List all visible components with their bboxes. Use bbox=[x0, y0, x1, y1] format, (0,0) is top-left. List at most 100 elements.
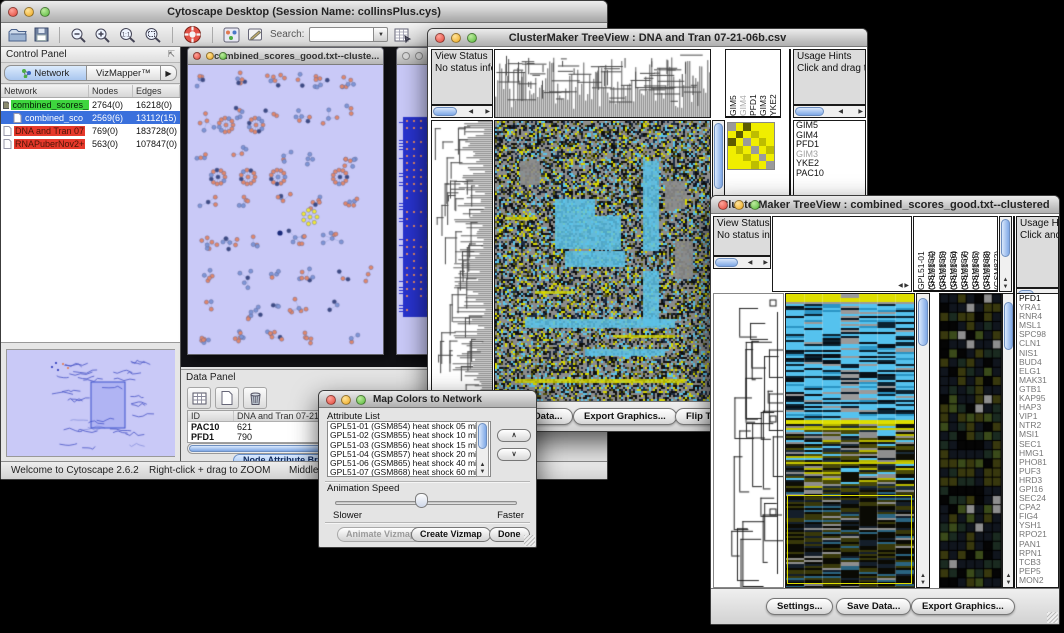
column-dendrogram[interactable] bbox=[494, 49, 711, 118]
network-view-titlebar[interactable]: combined_scores_good.txt--cluste... bbox=[188, 48, 383, 65]
resize-grip[interactable] bbox=[524, 535, 535, 546]
scroll-right-icon[interactable]: ▶ bbox=[857, 108, 864, 115]
column-header-edges[interactable]: Edges bbox=[133, 85, 180, 97]
scroll-arrows[interactable]: ▲▼ bbox=[1000, 277, 1011, 291]
treeview2-vscrollbar[interactable]: ▲▼ bbox=[916, 293, 930, 588]
treeview1-titlebar[interactable]: ClusterMaker TreeView : DNA and Tran 07-… bbox=[428, 29, 867, 47]
annotation-icon[interactable] bbox=[246, 25, 265, 45]
scroll-arrows[interactable]: ▲▼ bbox=[477, 462, 488, 476]
treeview1-mini-matrix[interactable] bbox=[727, 122, 775, 170]
close-button[interactable] bbox=[8, 7, 18, 17]
tab-more-arrow[interactable]: ▶ bbox=[161, 65, 177, 81]
network-list-header[interactable]: Network Nodes Edges bbox=[1, 85, 180, 98]
search-combo[interactable]: ▼ bbox=[309, 27, 388, 42]
scrollbar-thumb[interactable] bbox=[1004, 302, 1013, 350]
column-label[interactable]: GPL51-01 (GSM854) bbox=[916, 218, 927, 290]
column-label[interactable]: GPL51-03 (GSM856) bbox=[938, 218, 949, 290]
window-controls[interactable] bbox=[718, 200, 760, 210]
table-icon[interactable] bbox=[187, 387, 211, 409]
save-data-button[interactable]: Save Data... bbox=[836, 598, 911, 615]
close-button[interactable] bbox=[326, 395, 336, 405]
column-header-id[interactable]: ID bbox=[188, 411, 234, 421]
minimize-button[interactable] bbox=[341, 395, 351, 405]
close-button[interactable] bbox=[402, 52, 410, 60]
scroll-left-icon[interactable]: ◀ bbox=[837, 108, 844, 115]
zoom-fit-icon[interactable] bbox=[143, 25, 163, 45]
minimize-button[interactable] bbox=[451, 33, 461, 43]
scroll-left-icon[interactable]: ◀ bbox=[468, 108, 475, 115]
float-panel-icon[interactable]: ⇱ bbox=[167, 49, 175, 60]
scroll-right-icon[interactable]: ▶ bbox=[762, 259, 769, 266]
column-label[interactable]: GPL51-06 (GSM865) bbox=[960, 218, 971, 290]
scrollbar-thumb[interactable] bbox=[918, 298, 928, 346]
zoom-button[interactable] bbox=[219, 52, 227, 60]
settings-button[interactable]: Settings... bbox=[766, 598, 833, 615]
dialog-titlebar[interactable]: Map Colors to Network bbox=[319, 391, 536, 408]
scrollbar-thumb[interactable] bbox=[714, 123, 723, 189]
column-label[interactable]: PAC10 bbox=[778, 51, 781, 116]
treeview2-zoom-heatmap[interactable] bbox=[939, 293, 1002, 588]
minimize-button[interactable] bbox=[734, 200, 744, 210]
network-overview-panel[interactable] bbox=[6, 349, 175, 457]
minimize-button[interactable] bbox=[24, 7, 34, 17]
minimize-button[interactable] bbox=[415, 52, 423, 60]
scroll-right-icon[interactable]: ▶ bbox=[484, 108, 491, 115]
zoom-button[interactable] bbox=[467, 33, 477, 43]
column-dendrogram-empty[interactable]: ◀ ▶ bbox=[772, 216, 912, 292]
row-dendrogram[interactable] bbox=[713, 293, 784, 588]
trash-icon[interactable] bbox=[243, 387, 267, 409]
tab-network[interactable]: Network bbox=[4, 65, 87, 81]
window-controls[interactable] bbox=[8, 7, 50, 17]
vizmapper-icon[interactable] bbox=[222, 25, 241, 45]
view-status-scrollbar[interactable]: ◀▶ bbox=[713, 256, 771, 269]
zoom-out-icon[interactable] bbox=[69, 25, 88, 45]
column-label[interactable]: GPL51-02 (GSM855) bbox=[927, 218, 938, 290]
column-label[interactable]: GIM4 bbox=[738, 51, 748, 116]
zoom-actual-icon[interactable]: 1:1 bbox=[117, 25, 138, 45]
network-row[interactable]: RNAPuberNov2+ 563(0) 107847(0) bbox=[1, 137, 180, 150]
tab-vizmapper[interactable]: VizMapper™ bbox=[87, 65, 161, 81]
treeview1-heatmap[interactable] bbox=[494, 120, 711, 403]
search-input[interactable] bbox=[309, 27, 373, 42]
window-controls[interactable] bbox=[435, 33, 477, 43]
scrollbar-thumb[interactable] bbox=[433, 107, 457, 116]
gene-label[interactable]: PAC10 bbox=[794, 169, 865, 179]
column-label[interactable]: GIM5 bbox=[728, 51, 738, 116]
cytoscape-titlebar[interactable]: Cytoscape Desktop (Session Name: collins… bbox=[1, 1, 607, 23]
close-button[interactable] bbox=[435, 33, 445, 43]
export-graphics-button[interactable]: Export Graphics... bbox=[911, 598, 1015, 615]
close-button[interactable] bbox=[193, 52, 201, 60]
network-view-canvas[interactable] bbox=[188, 65, 383, 354]
window-controls[interactable] bbox=[193, 52, 227, 60]
open-session-icon[interactable] bbox=[7, 25, 28, 45]
close-button[interactable] bbox=[718, 200, 728, 210]
scrollbar-thumb[interactable] bbox=[795, 107, 824, 116]
column-header-network[interactable]: Network bbox=[1, 85, 89, 97]
view-status-scrollbar[interactable]: ◀▶ bbox=[431, 105, 493, 118]
attribute-list-scrollbar[interactable]: ▲▼ bbox=[476, 421, 489, 477]
column-labels-scrollbar[interactable]: ▲▼ bbox=[999, 216, 1012, 292]
scrollbar-thumb[interactable] bbox=[1001, 219, 1010, 257]
zoom-button[interactable] bbox=[750, 200, 760, 210]
treeview2-heatmap[interactable] bbox=[785, 293, 915, 588]
export-graphics-button[interactable]: Export Graphics... bbox=[573, 408, 677, 425]
network-row[interactable]: DNA and Tran 07 769(0) 183728(0) bbox=[1, 124, 180, 137]
window-controls[interactable] bbox=[326, 395, 366, 405]
save-session-icon[interactable] bbox=[33, 25, 50, 45]
gene-label[interactable]: MON2 bbox=[1017, 576, 1058, 585]
resize-grip[interactable] bbox=[1047, 612, 1058, 623]
attribute-list-item[interactable]: GPL51-07 (GSM868) heat shock 60 min bbox=[328, 468, 490, 477]
treeview2-titlebar[interactable]: ClusterMaker TreeView : combined_scores_… bbox=[711, 196, 1059, 214]
column-header-nodes[interactable]: Nodes bbox=[89, 85, 133, 97]
scroll-arrows[interactable]: ◀ ▶ bbox=[898, 282, 909, 289]
column-label[interactable]: GPL51-07 (GSM868) bbox=[971, 218, 982, 290]
network-row[interactable]: combined_scores_ 2764(0) 16218(0) bbox=[1, 98, 180, 111]
zoom-button[interactable] bbox=[40, 7, 50, 17]
minimize-button[interactable] bbox=[206, 52, 214, 60]
scrollbar-thumb[interactable] bbox=[715, 258, 738, 267]
attribute-browser-icon[interactable] bbox=[393, 25, 413, 45]
usage-hints-scrollbar[interactable]: ◀▶ bbox=[793, 105, 866, 118]
slider-thumb[interactable] bbox=[415, 493, 428, 508]
network-row-selected[interactable]: combined_sco 2569(6) 13112(15) bbox=[1, 111, 180, 124]
scrollbar-thumb[interactable] bbox=[478, 423, 487, 449]
